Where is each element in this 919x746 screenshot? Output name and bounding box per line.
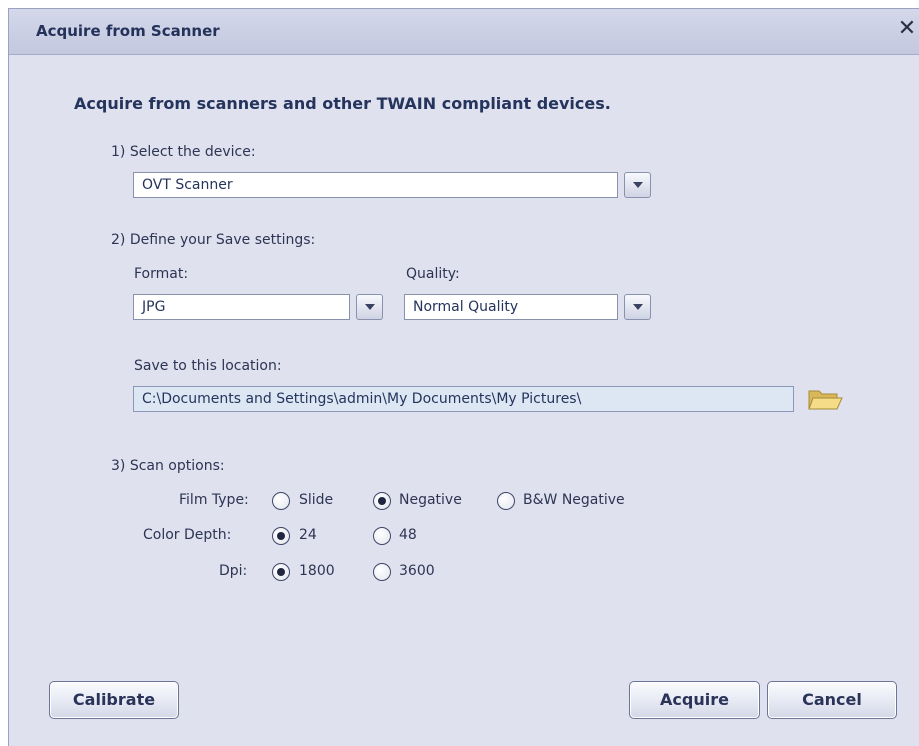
film-type-slide-radio[interactable] — [272, 492, 290, 510]
chevron-down-icon — [633, 182, 643, 188]
quality-label: Quality: — [406, 266, 460, 282]
dpi-3600-radio[interactable] — [373, 563, 391, 581]
color-depth-24-radio[interactable] — [272, 527, 290, 545]
device-select[interactable]: OVT Scanner — [133, 172, 618, 198]
save-location-field[interactable]: C:\Documents and Settings\admin\My Docum… — [133, 386, 794, 412]
dpi-1800-label: 1800 — [299, 563, 335, 579]
color-depth-label: Color Depth: — [143, 527, 232, 543]
step3-label: 3) Scan options: — [111, 458, 225, 474]
format-dropdown-button[interactable] — [356, 294, 383, 320]
step2-label: 2) Define your Save settings: — [111, 232, 316, 248]
format-label: Format: — [134, 266, 189, 282]
chevron-down-icon — [633, 304, 643, 310]
quality-select[interactable]: Normal Quality — [404, 294, 618, 320]
chevron-down-icon — [365, 304, 375, 310]
step1-label: 1) Select the device: — [111, 144, 256, 160]
acquire-dialog: Acquire from Scanner ✕ Acquire from scan… — [8, 8, 919, 746]
location-label: Save to this location: — [134, 358, 282, 374]
folder-icon[interactable] — [807, 387, 843, 417]
acquire-button[interactable]: Acquire — [629, 681, 760, 719]
format-select[interactable]: JPG — [133, 294, 350, 320]
dpi-3600-label: 3600 — [399, 563, 435, 579]
film-type-slide-label: Slide — [299, 492, 334, 508]
quality-dropdown-button[interactable] — [624, 294, 651, 320]
dialog-heading: Acquire from scanners and other TWAIN co… — [74, 94, 611, 113]
film-type-bw-negative-radio[interactable] — [497, 492, 515, 510]
film-type-bw-negative-label: B&W Negative — [523, 492, 625, 508]
device-dropdown-button[interactable] — [624, 172, 651, 198]
film-type-negative-label: Negative — [399, 492, 462, 508]
dpi-label: Dpi: — [219, 563, 248, 579]
title-bar: Acquire from Scanner ✕ — [9, 9, 919, 55]
calibrate-button[interactable]: Calibrate — [49, 681, 179, 719]
color-depth-48-radio[interactable] — [373, 527, 391, 545]
dpi-1800-radio[interactable] — [272, 563, 290, 581]
film-type-negative-radio[interactable] — [373, 492, 391, 510]
close-icon[interactable]: ✕ — [895, 17, 919, 41]
cancel-button[interactable]: Cancel — [767, 681, 897, 719]
film-type-label: Film Type: — [179, 492, 249, 508]
color-depth-48-label: 48 — [399, 527, 417, 543]
color-depth-24-label: 24 — [299, 527, 317, 543]
window-title: Acquire from Scanner — [36, 22, 220, 40]
